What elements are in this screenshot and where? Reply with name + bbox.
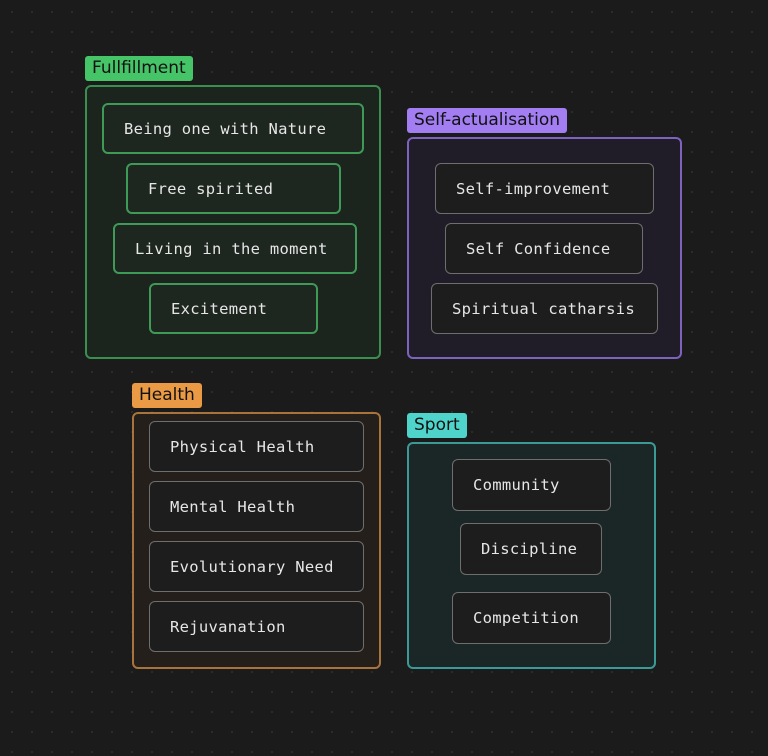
group-health-label[interactable]: Health (132, 383, 202, 408)
node-competition[interactable]: Competition (452, 592, 611, 644)
group-self-actualisation-label[interactable]: Self-actualisation (407, 108, 568, 133)
node-physical-health[interactable]: Physical Health (149, 421, 364, 472)
node-being-one-with-nature[interactable]: Being one with Nature (102, 103, 364, 154)
node-excitement[interactable]: Excitement (149, 283, 318, 334)
node-self-improvement[interactable]: Self-improvement (435, 163, 654, 214)
node-self-confidence[interactable]: Self Confidence (445, 223, 643, 274)
node-spiritual-catharsis[interactable]: Spiritual catharsis (431, 283, 658, 334)
node-mental-health[interactable]: Mental Health (149, 481, 364, 532)
group-sport-label[interactable]: Sport (407, 413, 467, 438)
node-community[interactable]: Community (452, 459, 611, 511)
node-evolutionary-need[interactable]: Evolutionary Need (149, 541, 364, 592)
node-living-in-the-moment[interactable]: Living in the moment (113, 223, 357, 274)
node-discipline[interactable]: Discipline (460, 523, 602, 575)
node-rejuvanation[interactable]: Rejuvanation (149, 601, 364, 652)
group-fulfillment-label[interactable]: Fullfillment (85, 56, 193, 81)
node-free-spirited[interactable]: Free spirited (126, 163, 341, 214)
